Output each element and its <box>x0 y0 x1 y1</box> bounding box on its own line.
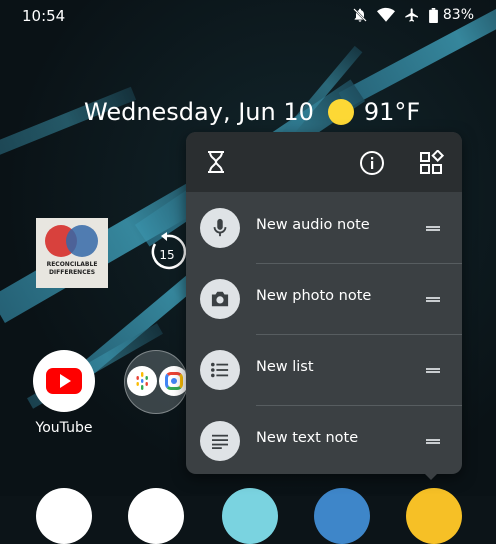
airplane-icon <box>404 7 420 23</box>
drag-handle-icon[interactable] <box>426 439 440 444</box>
drag-handle-icon[interactable] <box>426 297 440 302</box>
dock-app-1[interactable] <box>36 488 92 544</box>
battery-icon <box>428 7 438 23</box>
shortcut-new-photo-note[interactable]: New photo note <box>186 264 462 334</box>
drag-handle-icon[interactable] <box>426 226 440 231</box>
google-podcasts-icon <box>127 366 157 396</box>
dnd-off-icon <box>352 7 368 23</box>
temperature[interactable]: 91°F <box>364 98 420 126</box>
podcast-art-title-1: RECONCILABLE <box>46 261 98 268</box>
app-youtube[interactable]: YouTube <box>28 350 100 436</box>
camera-icon <box>200 279 240 319</box>
rewind-seconds: 15 <box>159 248 175 262</box>
youtube-icon[interactable] <box>33 350 95 412</box>
mic-icon <box>200 208 240 248</box>
battery-percent: 83% <box>442 7 474 23</box>
podcast-art-title-2: DIFFERENCES <box>48 269 96 276</box>
date-text[interactable]: Wednesday, Jun 10 <box>84 98 314 126</box>
dock-app-5[interactable] <box>406 488 462 544</box>
shortcut-label: New audio note <box>256 217 370 233</box>
shortcut-new-audio-note[interactable]: New audio note <box>186 193 462 263</box>
menu-pointer <box>423 472 439 480</box>
status-time: 10:54 <box>22 7 66 25</box>
app-shortcuts-menu: New audio note New photo note New list N… <box>186 132 462 474</box>
google-lens-icon <box>159 366 187 396</box>
shortcut-label: New list <box>256 359 314 375</box>
drag-handle-icon[interactable] <box>426 368 440 373</box>
sun-icon <box>327 99 354 125</box>
text-note-icon <box>200 421 240 461</box>
podcast-artwork[interactable]: RECONCILABLE DIFFERENCES <box>36 218 108 288</box>
wifi-icon <box>376 7 395 23</box>
dock-app-3[interactable] <box>222 488 278 544</box>
at-a-glance[interactable]: Wednesday, Jun 10 91°F <box>84 98 420 126</box>
shortcut-label: New photo note <box>256 288 372 304</box>
hourglass-icon[interactable] <box>205 150 227 178</box>
dock-app-4[interactable] <box>314 488 370 544</box>
podcast-widget[interactable]: RECONCILABLE DIFFERENCES <box>36 218 108 288</box>
status-bar: 10:54 83% <box>0 0 496 32</box>
dock-app-2[interactable] <box>128 488 184 544</box>
list-icon <box>200 350 240 390</box>
shortcut-new-text-note[interactable]: New text note <box>186 406 462 474</box>
shortcuts-header <box>186 132 462 192</box>
shortcut-new-list[interactable]: New list <box>186 335 462 405</box>
app-label-youtube: YouTube <box>35 420 93 436</box>
widgets-icon[interactable] <box>419 149 445 180</box>
rewind-15-button[interactable]: 15 <box>147 232 187 272</box>
shortcut-label: New text note <box>256 430 359 446</box>
app-info-icon[interactable] <box>359 150 385 180</box>
app-folder[interactable] <box>124 350 188 414</box>
